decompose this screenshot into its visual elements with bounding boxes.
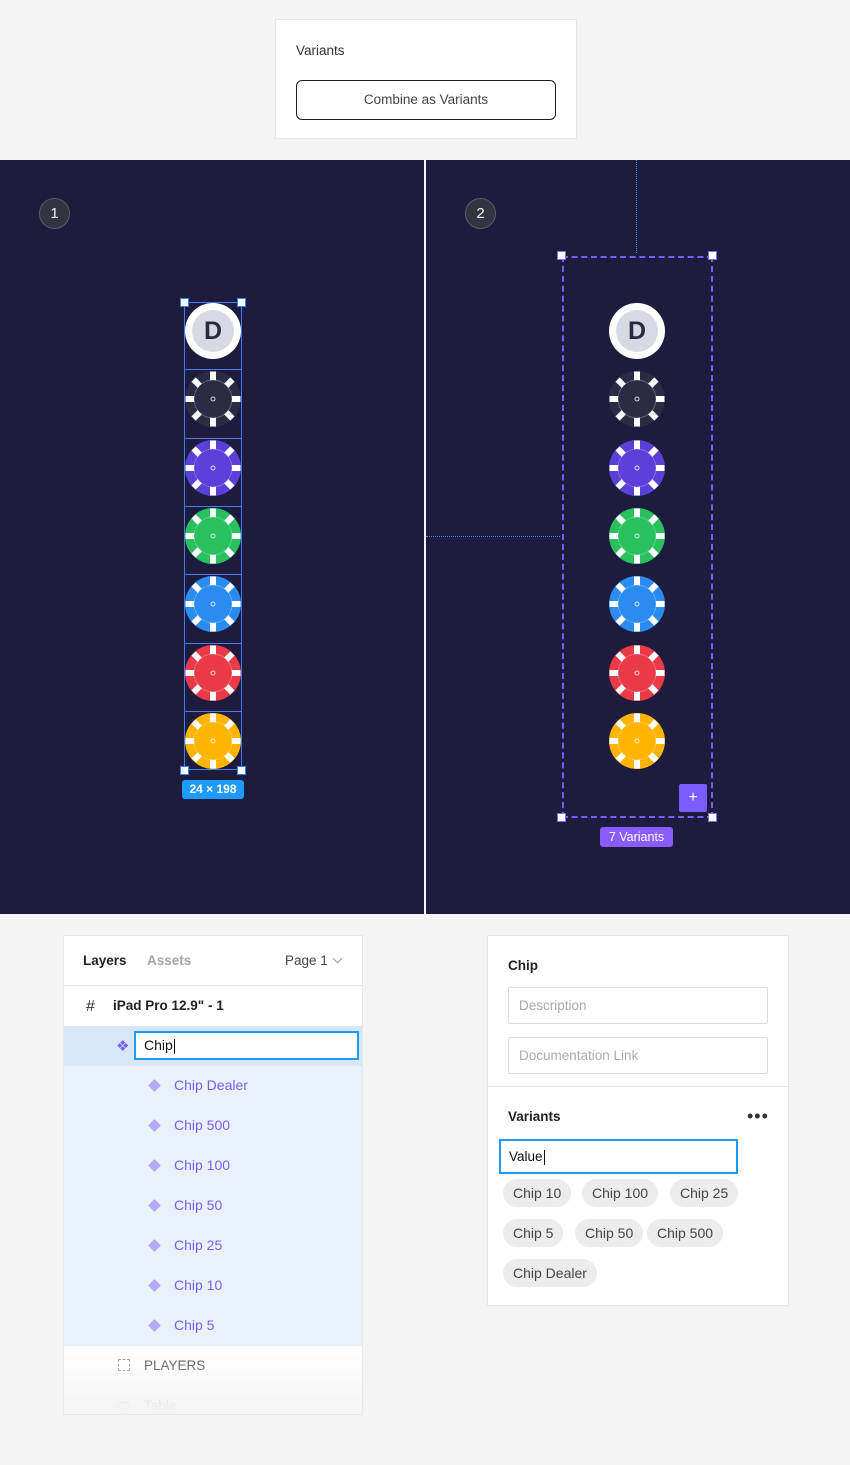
alignment-guide-vertical (636, 160, 637, 253)
layer-row-table[interactable]: Table (64, 1386, 362, 1414)
variants-section-title: Variants (296, 43, 345, 58)
layer-row-variant[interactable]: Chip 50 (64, 1186, 362, 1226)
plus-icon: + (688, 789, 698, 806)
variant-value-pill[interactable]: Chip 100 (582, 1179, 659, 1207)
alignment-guide-horizontal (426, 536, 560, 537)
rectangle-icon (117, 1402, 130, 1409)
chip-100-icon[interactable] (608, 439, 666, 497)
frame-icon: # (86, 998, 95, 1015)
layer-label: Chip 10 (174, 1277, 223, 1293)
chip-5-icon[interactable] (608, 712, 666, 770)
selection-row-divider (185, 437, 241, 439)
component-variant-icon (148, 1279, 161, 1292)
variant-value-pill[interactable]: Chip 50 (575, 1219, 644, 1247)
text-caret (173, 1038, 175, 1054)
layer-row-variant[interactable]: Chip 100 (64, 1146, 362, 1186)
selection-row-divider (185, 642, 241, 644)
component-variant-icon (148, 1199, 161, 1212)
page-selector-label: Page 1 (285, 953, 328, 968)
layer-label: Chip 25 (174, 1237, 223, 1253)
layer-row-variant[interactable]: Chip 5 (64, 1306, 362, 1346)
combine-as-variants-button[interactable]: Combine as Variants (296, 80, 556, 120)
resize-handle-bottom-left[interactable] (557, 813, 566, 822)
layer-row-variant[interactable]: Chip 25 (64, 1226, 362, 1266)
variant-value-pill[interactable]: Chip 10 (503, 1179, 572, 1207)
selection-bounds[interactable] (184, 302, 242, 770)
layer-label: Chip 5 (174, 1317, 215, 1333)
layer-row-variant[interactable]: Chip Dealer (64, 1066, 362, 1106)
layer-row-variant[interactable]: Chip 10 (64, 1266, 362, 1306)
add-variant-button[interactable]: + (679, 784, 707, 812)
layer-label: Chip 100 (174, 1157, 231, 1173)
text-caret (543, 1149, 545, 1165)
layer-row-players[interactable]: PLAYERS (64, 1346, 362, 1386)
chip-10-icon[interactable] (608, 644, 666, 702)
resize-handle-bottom-left[interactable] (180, 766, 189, 775)
selection-row-divider (185, 710, 241, 712)
chip-500-icon[interactable] (608, 370, 666, 428)
canvas-step-1: 1 D 24 × 198 (0, 160, 424, 914)
resize-handle-top-left[interactable] (557, 251, 566, 260)
variant-value-pill[interactable]: Chip 25 (670, 1179, 739, 1207)
layer-label: Table (144, 1398, 177, 1413)
variant-value-pill[interactable]: Chip 500 (647, 1219, 724, 1247)
property-name-input[interactable]: Value (499, 1139, 738, 1174)
variant-value-pill[interactable]: Chip Dealer (503, 1259, 597, 1287)
variants-section-card: Variants Combine as Variants (275, 19, 577, 139)
chip-dealer-dealer-icon[interactable]: D (608, 302, 666, 360)
variant-value-pill[interactable]: Chip 5 (503, 1219, 564, 1247)
step-number-badge: 2 (465, 198, 496, 229)
layer-label: Chip 50 (174, 1197, 223, 1213)
tab-assets[interactable]: Assets (147, 953, 191, 968)
component-variant-icon (148, 1159, 161, 1172)
layer-label: iPad Pro 12.9" - 1 (113, 998, 224, 1013)
selection-row-divider (185, 369, 241, 371)
layers-panel: Layers Assets Page 1 # iPad Pro 12.9" - … (63, 935, 363, 1415)
component-variant-icon (148, 1119, 161, 1132)
variants-title: Variants (508, 1109, 561, 1124)
page-selector[interactable]: Page 1 (285, 953, 343, 968)
component-variant-icon (148, 1239, 161, 1252)
chip-25-icon[interactable] (608, 575, 666, 633)
resize-handle-top-left[interactable] (180, 298, 189, 307)
tab-layers[interactable]: Layers (83, 953, 127, 968)
selection-row-divider (185, 574, 241, 576)
layer-label: Chip Dealer (174, 1077, 248, 1093)
component-set-icon: ❖ (116, 1038, 130, 1055)
layer-rename-value: Chip (144, 1037, 173, 1053)
svg-text:D: D (628, 317, 646, 345)
property-name-value: Value (509, 1149, 543, 1164)
description-field[interactable]: Description (508, 987, 768, 1024)
resize-handle-top-right[interactable] (708, 251, 717, 260)
more-options-icon[interactable]: ••• (747, 1106, 769, 1127)
component-variant-icon (148, 1079, 161, 1092)
resize-handle-top-right[interactable] (237, 298, 246, 307)
section-divider (488, 1086, 788, 1087)
component-variant-icon (148, 1319, 161, 1332)
component-properties-panel: Chip Description Documentation Link Vari… (487, 935, 789, 1306)
group-icon (118, 1359, 130, 1371)
variant-layer-list: Chip Dealer Chip 500 Chip 100 Chip 50 Chip 2… (64, 1066, 362, 1346)
component-name: Chip (508, 958, 538, 973)
selection-row-divider (185, 505, 241, 507)
layer-label: PLAYERS (144, 1358, 206, 1373)
resize-handle-bottom-right[interactable] (237, 766, 246, 775)
layers-panel-tabs: Layers Assets Page 1 (64, 936, 362, 986)
layer-row-frame[interactable]: # iPad Pro 12.9" - 1 (64, 986, 362, 1026)
selection-size-badge: 24 × 198 (182, 780, 244, 799)
layer-row-variant[interactable]: Chip 500 (64, 1106, 362, 1146)
resize-handle-bottom-right[interactable] (708, 813, 717, 822)
chevron-down-icon (332, 953, 343, 964)
layer-rename-input[interactable]: Chip (134, 1031, 359, 1060)
chip-50-icon[interactable] (608, 507, 666, 565)
layer-label: Chip 500 (174, 1117, 231, 1133)
step-number-badge: 1 (39, 198, 70, 229)
variants-count-badge: 7 Variants (600, 827, 673, 847)
layer-row-component-set[interactable]: ❖ Chip (64, 1026, 362, 1066)
canvas-step-2: 2 D + 7 Variants (426, 160, 850, 914)
documentation-link-field[interactable]: Documentation Link (508, 1037, 768, 1074)
